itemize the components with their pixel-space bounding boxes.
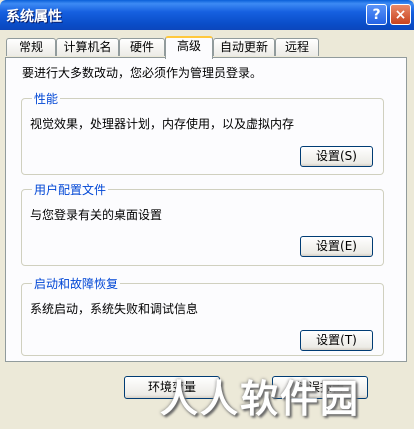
startup-recovery-group-title: 启动和故障恢复 bbox=[32, 275, 121, 292]
performance-group: 性能 视觉效果，处理器计划，内存使用，以及虚拟内存 设置(S) bbox=[21, 90, 384, 175]
close-button[interactable]: × bbox=[390, 4, 411, 25]
user-profiles-description: 与您登录有关的桌面设置 bbox=[30, 208, 163, 222]
startup-recovery-description: 系统启动，系统失败和调试信息 bbox=[30, 302, 199, 316]
startup-recovery-settings-button[interactable]: 设置(T) bbox=[300, 330, 373, 351]
user-profiles-group: 用户配置文件 与您登录有关的桌面设置 设置(E) bbox=[21, 181, 384, 266]
window-title: 系统属性 bbox=[6, 9, 62, 25]
tab-remote[interactable]: 远程 bbox=[275, 38, 319, 56]
performance-group-title: 性能 bbox=[32, 90, 61, 107]
startup-recovery-group: 启动和故障恢复 系统启动，系统失败和调试信息 设置(T) bbox=[21, 275, 384, 356]
tab-strip: 常规 计算机名 硬件 高级 自动更新 远程 bbox=[6, 36, 410, 59]
user-profiles-settings-button[interactable]: 设置(E) bbox=[300, 236, 373, 257]
performance-description: 视觉效果，处理器计划，内存使用，以及虚拟内存 bbox=[30, 117, 295, 131]
tab-hardware[interactable]: 硬件 bbox=[119, 38, 165, 56]
user-profiles-group-title: 用户配置文件 bbox=[32, 181, 109, 198]
performance-settings-button[interactable]: 设置(S) bbox=[300, 146, 373, 167]
tab-computer-name[interactable]: 计算机名 bbox=[56, 38, 119, 56]
watermark-text: 人人软件园 bbox=[160, 377, 361, 421]
admin-notice: 要进行大多数改动，您必须作为管理员登录。 bbox=[22, 66, 263, 80]
help-button[interactable]: ? bbox=[366, 4, 387, 25]
tab-automatic-updates[interactable]: 自动更新 bbox=[213, 38, 275, 56]
title-bar[interactable]: 系统属性 ? × bbox=[0, 0, 414, 30]
tab-general[interactable]: 常规 bbox=[6, 38, 56, 56]
tab-advanced[interactable]: 高级 bbox=[165, 36, 213, 59]
